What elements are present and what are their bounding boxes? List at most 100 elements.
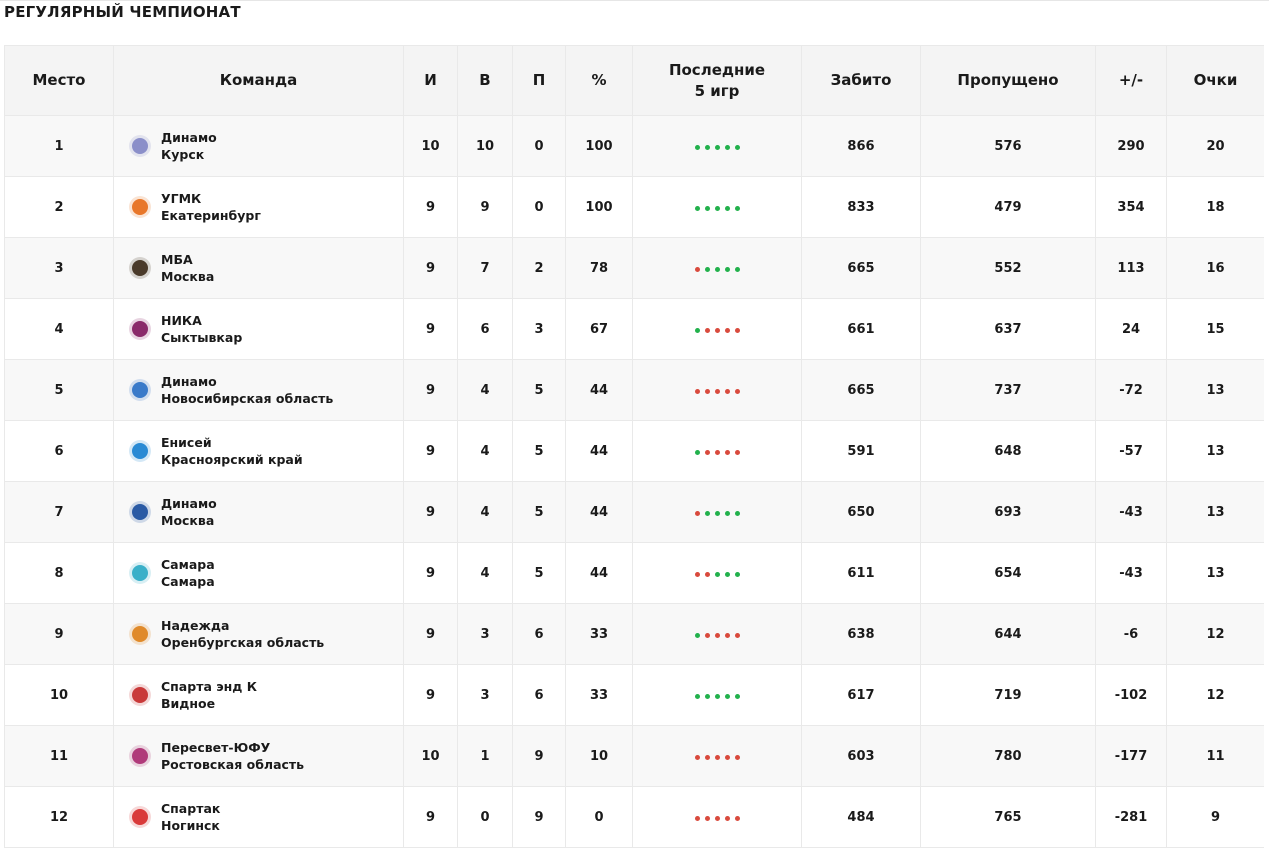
header-conceded[interactable]: Пропущено — [920, 45, 1096, 116]
team-cell[interactable]: УГМК Екатеринбург — [113, 176, 404, 238]
pct-cell: 44 — [565, 359, 633, 421]
samara-logo-icon[interactable] — [128, 561, 152, 585]
last5-dots — [694, 510, 740, 516]
loss-dot — [694, 571, 700, 577]
header-games[interactable]: И — [403, 45, 458, 116]
ugmk-logo-icon[interactable] — [128, 195, 152, 219]
team-cell[interactable]: Динамо Курск — [113, 115, 404, 177]
team-cell[interactable]: Надежда Оренбургская область — [113, 603, 404, 665]
loss-dot — [694, 754, 700, 760]
team-name[interactable]: НИКА — [161, 312, 242, 329]
team-name[interactable]: Динамо — [161, 129, 217, 146]
games-cell: 9 — [403, 359, 458, 421]
last5-dots — [694, 144, 740, 150]
pct-cell: 44 — [565, 542, 633, 604]
table-row[interactable]: 4 НИКА Сыктывкар 9 6 3 67 661 637 24 15 — [4, 298, 1264, 360]
losses-cell: 5 — [512, 420, 566, 482]
diff-cell: -57 — [1095, 420, 1167, 482]
table-row[interactable]: 8 Самара Самара 9 4 5 44 611 654 -43 13 — [4, 542, 1264, 604]
win-dot — [714, 571, 720, 577]
dinamo-kursk-logo-icon[interactable] — [128, 134, 152, 158]
header-pct[interactable]: % — [565, 45, 633, 116]
table-row[interactable]: 7 Динамо Москва 9 4 5 44 650 693 -43 13 — [4, 481, 1264, 543]
scored-cell: 650 — [801, 481, 921, 543]
header-wins[interactable]: В — [457, 45, 513, 116]
win-dot — [724, 571, 730, 577]
loss-dot — [734, 449, 740, 455]
team-name[interactable]: Самара — [161, 556, 215, 573]
loss-dot — [714, 815, 720, 821]
points-cell: 13 — [1166, 359, 1264, 421]
mba-logo-icon[interactable] — [128, 256, 152, 280]
diff-cell: -43 — [1095, 542, 1167, 604]
table-row[interactable]: 9 Надежда Оренбургская область 9 3 6 33 638 644-… — [4, 603, 1264, 665]
games-cell: 9 — [403, 664, 458, 726]
win-dot — [714, 266, 720, 272]
table-row[interactable]: 1 Динамо Курск 10 10 0 100 866 576 290 20 — [4, 115, 1264, 177]
team-name[interactable]: Надежда — [161, 617, 324, 634]
table-row[interactable]: 5 Динамо Новосибирская область 9 4 5 44 665 737-… — [4, 359, 1264, 421]
sparta-logo-icon[interactable] — [128, 683, 152, 707]
pct-cell: 78 — [565, 237, 633, 299]
header-place[interactable]: Место — [4, 45, 114, 116]
header-scored[interactable]: Забито — [801, 45, 921, 116]
win-dot — [714, 144, 720, 150]
games-cell: 9 — [403, 237, 458, 299]
team-name[interactable]: УГМК — [161, 190, 261, 207]
header-diff[interactable]: +/- — [1095, 45, 1167, 116]
standings-body: 1 Динамо Курск 10 10 0 100 866 576 290 20 2 УГМК Екат… — [4, 115, 1264, 848]
team-cell[interactable]: Самара Самара — [113, 542, 404, 604]
win-dot — [734, 693, 740, 699]
points-cell: 13 — [1166, 420, 1264, 482]
team-cell[interactable]: Енисей Красноярский край — [113, 420, 404, 482]
team-name[interactable]: Енисей — [161, 434, 303, 451]
loss-dot — [704, 449, 710, 455]
team-cell[interactable]: Динамо Новосибирская область — [113, 359, 404, 421]
points-cell: 12 — [1166, 603, 1264, 665]
team-name-block: Динамо Москва — [161, 495, 217, 529]
wins-cell: 7 — [457, 237, 513, 299]
table-row[interactable]: 3 МБА Москва 9 7 2 78 665 552 113 16 — [4, 237, 1264, 299]
conceded-cell: 552 — [920, 237, 1096, 299]
nadezhda-logo-icon[interactable] — [128, 622, 152, 646]
logo-emblem — [132, 260, 148, 276]
header-losses[interactable]: П — [512, 45, 566, 116]
team-name[interactable]: Пересвет-ЮФУ — [161, 739, 304, 756]
team-name-block: Енисей Красноярский край — [161, 434, 303, 468]
dinamo-moscow-logo-icon[interactable] — [128, 500, 152, 524]
team-name[interactable]: Динамо — [161, 495, 217, 512]
pct-cell: 33 — [565, 603, 633, 665]
enisey-logo-icon[interactable] — [128, 439, 152, 463]
dinamo-novosibirsk-logo-icon[interactable] — [128, 378, 152, 402]
place-cell: 8 — [4, 542, 114, 604]
table-row[interactable]: 10 Спарта энд К Видное 9 3 6 33 617 719 -102 12 — [4, 664, 1264, 726]
team-name[interactable]: Спарта энд К — [161, 678, 257, 695]
header-points[interactable]: Очки — [1166, 45, 1264, 116]
team-name[interactable]: Спартак — [161, 800, 220, 817]
header-last5[interactable]: Последние 5 игр — [632, 45, 802, 116]
team-name[interactable]: МБА — [161, 251, 214, 268]
team-cell[interactable]: Спартак Ногинск — [113, 786, 404, 848]
team-cell[interactable]: Динамо Москва — [113, 481, 404, 543]
win-dot — [734, 571, 740, 577]
team-cell[interactable]: Спарта энд К Видное — [113, 664, 404, 726]
team-cell[interactable]: НИКА Сыктывкар — [113, 298, 404, 360]
scored-cell: 484 — [801, 786, 921, 848]
last5-cell — [632, 542, 802, 604]
points-cell: 13 — [1166, 542, 1264, 604]
nika-logo-icon[interactable] — [128, 317, 152, 341]
losses-cell: 0 — [512, 176, 566, 238]
team-name[interactable]: Динамо — [161, 373, 333, 390]
games-cell: 9 — [403, 786, 458, 848]
team-cell[interactable]: Пересвет-ЮФУ Ростовская область — [113, 725, 404, 787]
last5-dots — [694, 388, 740, 394]
peresvet-logo-icon[interactable] — [128, 744, 152, 768]
table-row[interactable]: 6 Енисей Красноярский край 9 4 5 44 591 648 -57 13 — [4, 420, 1264, 482]
team-cell[interactable]: МБА Москва — [113, 237, 404, 299]
header-team[interactable]: Команда — [113, 45, 404, 116]
table-row[interactable]: 11 Пересвет-ЮФУ Ростовская область 10 1 9 10 60… — [4, 725, 1264, 787]
table-row[interactable]: 2 УГМК Екатеринбург 9 9 0 100 833 479 354 18 — [4, 176, 1264, 238]
conceded-cell: 576 — [920, 115, 1096, 177]
table-row[interactable]: 12 Спартак Ногинск 9 0 9 0 484 765 -281 9 — [4, 786, 1264, 848]
spartak-logo-icon[interactable] — [128, 805, 152, 829]
